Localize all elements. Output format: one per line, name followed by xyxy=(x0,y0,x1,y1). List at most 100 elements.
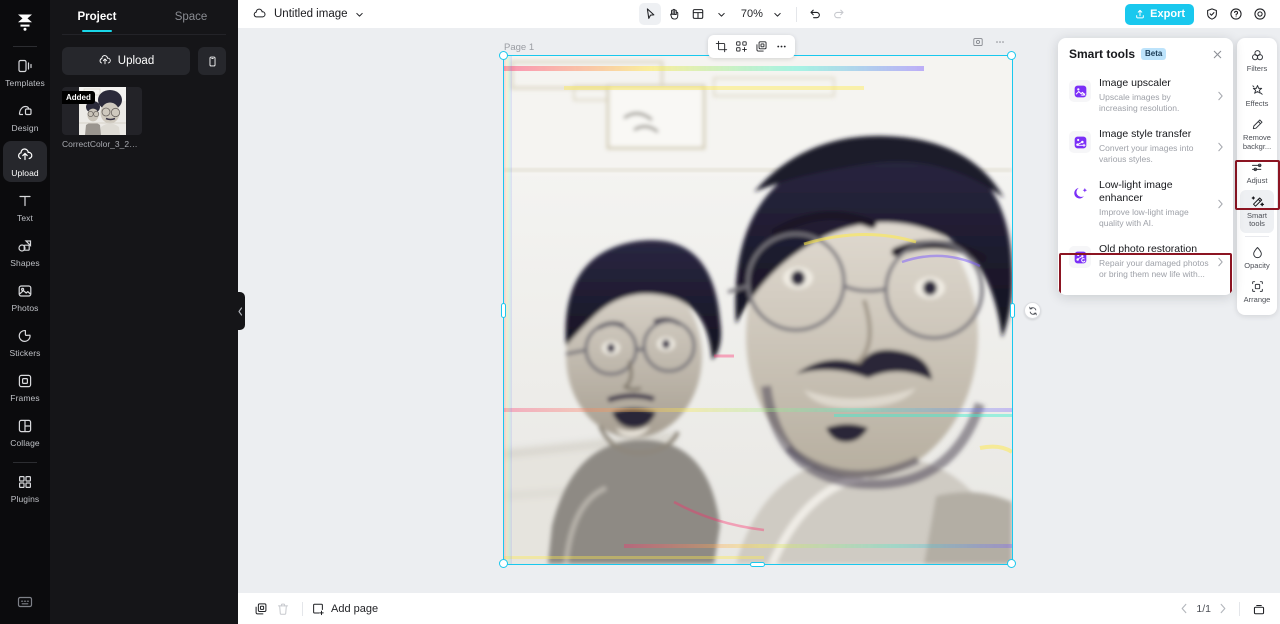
right-item-remove-background[interactable]: Remove backgr... xyxy=(1240,112,1274,155)
chevron-down-icon xyxy=(717,10,726,19)
plugins-icon xyxy=(16,473,34,491)
tab-space[interactable]: Space xyxy=(144,0,238,34)
delete-page-button[interactable] xyxy=(272,598,294,620)
resize-handle-right[interactable] xyxy=(1010,303,1015,318)
page-pager: 1/1 xyxy=(1176,601,1231,617)
layout-dropdown-button[interactable] xyxy=(711,3,733,25)
sidebar-item-templates[interactable]: Templates xyxy=(3,51,47,92)
right-item-label: Opacity xyxy=(1244,260,1270,270)
smart-tool-old-photo-restoration[interactable]: Old photo restoration Repair your damage… xyxy=(1058,236,1233,287)
next-page-button[interactable] xyxy=(1215,601,1231,617)
export-upload-icon xyxy=(1134,8,1146,20)
right-item-arrange[interactable]: Arrange xyxy=(1240,274,1274,309)
zoom-dropdown-button[interactable] xyxy=(767,3,789,25)
sidebar-item-text[interactable]: Text xyxy=(3,186,47,227)
mobile-upload-button[interactable] xyxy=(198,47,226,75)
sidebar-item-frames[interactable]: Frames xyxy=(3,366,47,407)
sidebar-item-label: Text xyxy=(17,213,33,223)
help-button[interactable] xyxy=(1224,2,1248,26)
sidebar-item-collage[interactable]: Collage xyxy=(3,411,47,452)
old-photo-restoration-icon xyxy=(1069,246,1091,268)
image-lock-icon xyxy=(972,36,984,48)
shapes-icon xyxy=(16,237,34,255)
document-title[interactable]: Untitled image xyxy=(252,7,364,22)
right-item-effects[interactable]: Effects xyxy=(1240,78,1274,113)
page-panel-button[interactable] xyxy=(1248,598,1270,620)
sidebar-item-photos[interactable]: Photos xyxy=(3,276,47,317)
resize-handle-left[interactable] xyxy=(501,303,506,318)
sidebar-item-plugins[interactable]: Plugins xyxy=(3,467,47,508)
resize-handle-top-left[interactable] xyxy=(499,51,508,60)
page-panel-icon xyxy=(1252,602,1266,616)
image-upscaler-icon: 4K xyxy=(1069,80,1091,102)
top-toolbar: Untitled image 70% Export xyxy=(238,0,1280,29)
resize-handle-bottom-left[interactable] xyxy=(499,559,508,568)
sidebar-item-stickers[interactable]: Stickers xyxy=(3,321,47,362)
smart-tool-text: Image upscaler Upscale images by increas… xyxy=(1099,77,1209,114)
chevron-right-icon xyxy=(1217,91,1224,101)
right-toolbar: Filters Effects Remove backgr... Adjust … xyxy=(1237,38,1277,315)
duplicate-page-button[interactable] xyxy=(250,598,272,620)
list-item[interactable]: Added CorrectColor_3_202... xyxy=(62,87,142,149)
prev-page-button[interactable] xyxy=(1176,601,1192,617)
settings-gear-icon xyxy=(1253,7,1267,21)
smart-tools-icon xyxy=(1250,195,1265,210)
add-page-label: Add page xyxy=(331,602,379,615)
selected-image-object[interactable] xyxy=(504,56,1012,564)
right-item-smart-tools[interactable]: Smart tools xyxy=(1240,189,1274,233)
right-item-label: Arrange xyxy=(1243,295,1271,304)
settings-button[interactable] xyxy=(1248,2,1272,26)
smart-tool-image-upscaler[interactable]: 4K Image upscaler Upscale images by incr… xyxy=(1058,70,1233,121)
duplicate-button[interactable] xyxy=(752,37,771,56)
smart-tool-low-light-enhancer[interactable]: Low-light image enhancer Improve low-lig… xyxy=(1058,172,1233,236)
right-item-adjust[interactable]: Adjust xyxy=(1240,155,1274,190)
undo-button[interactable] xyxy=(804,3,826,25)
resize-handle-top-right[interactable] xyxy=(1007,51,1016,60)
more-button[interactable] xyxy=(772,37,791,56)
cutout-button[interactable] xyxy=(732,37,751,56)
tab-project[interactable]: Project xyxy=(50,0,144,34)
close-panel-button[interactable] xyxy=(1212,49,1223,60)
redo-button[interactable] xyxy=(828,3,850,25)
sidebar-item-upload[interactable]: Upload xyxy=(3,141,47,182)
style-transfer-icon xyxy=(1069,131,1091,153)
resize-handle-bottom[interactable] xyxy=(750,562,765,567)
zoom-level[interactable]: 70% xyxy=(735,8,765,20)
page-indicator: 1/1 xyxy=(1196,602,1211,615)
asset-thumbnail[interactable]: Added xyxy=(62,87,142,135)
smart-tool-image-style-transfer[interactable]: Image style transfer Convert your images… xyxy=(1058,121,1233,172)
add-page-button[interactable]: Add page xyxy=(311,602,378,616)
chevron-right-icon xyxy=(1220,603,1226,614)
resize-handle-bottom-right[interactable] xyxy=(1007,559,1016,568)
canvas-more-button[interactable] xyxy=(992,34,1008,50)
cutout-icon xyxy=(735,40,748,53)
sidebar-item-shapes[interactable]: Shapes xyxy=(3,231,47,272)
rotate-handle[interactable] xyxy=(1024,302,1041,319)
history-group xyxy=(804,3,850,25)
capcut-logo[interactable] xyxy=(0,4,50,40)
select-tool-button[interactable] xyxy=(638,3,661,25)
panel-collapse-handle[interactable] xyxy=(236,292,245,330)
crop-button[interactable] xyxy=(712,37,731,56)
filters-icon xyxy=(1250,48,1265,63)
keyboard-shortcuts-button[interactable] xyxy=(0,594,50,610)
photo-content xyxy=(504,56,1012,564)
smart-tool-text: Low-light image enhancer Improve low-lig… xyxy=(1099,179,1209,229)
sidebar-item-design[interactable]: Design xyxy=(3,96,47,137)
layout-tool-button[interactable] xyxy=(687,3,709,25)
export-button[interactable]: Export xyxy=(1125,3,1195,25)
image-options-button[interactable] xyxy=(970,34,986,50)
rail-divider-bottom xyxy=(13,462,37,463)
left-toolbar: Templates Design Upload Text Shapes Phot… xyxy=(0,0,50,624)
privacy-button[interactable] xyxy=(1200,2,1224,26)
right-item-filters[interactable]: Filters xyxy=(1240,43,1274,78)
remove-background-icon xyxy=(1250,117,1265,132)
hand-tool-button[interactable] xyxy=(663,3,685,25)
effects-icon xyxy=(1250,83,1265,98)
upload-button[interactable]: Upload xyxy=(62,47,190,75)
chevron-right-icon xyxy=(1217,199,1224,209)
right-item-opacity[interactable]: Opacity xyxy=(1240,240,1274,275)
capcut-editor-window: Templates Design Upload Text Shapes Phot… xyxy=(0,0,1280,624)
smart-tools-panel: Smart tools Beta 4K Image upscaler Upsca… xyxy=(1058,38,1233,295)
right-item-label: Remove backgr... xyxy=(1242,133,1272,151)
